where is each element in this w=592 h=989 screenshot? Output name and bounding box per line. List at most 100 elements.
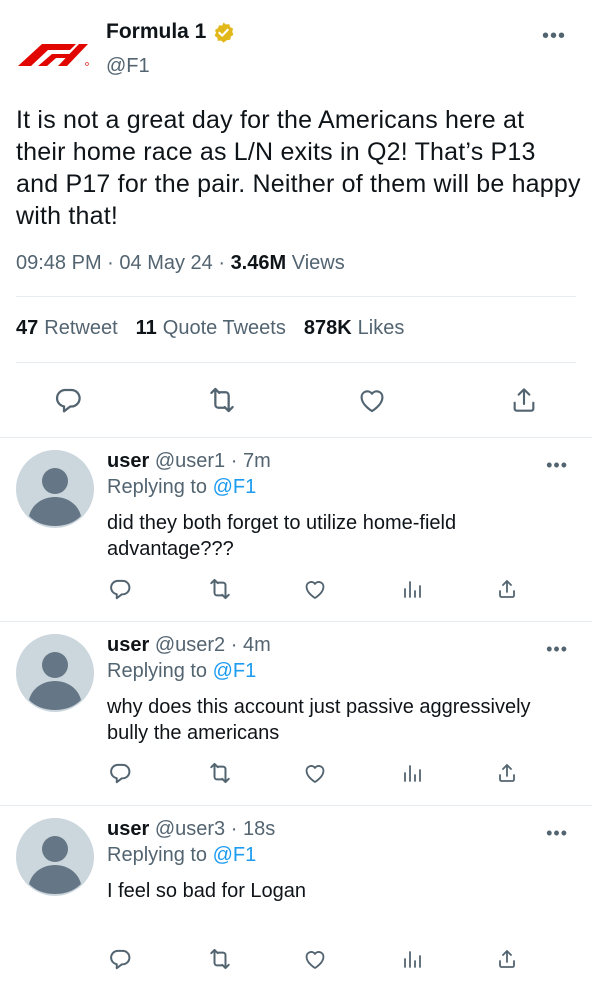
reply-button[interactable] xyxy=(106,574,134,604)
reply-button[interactable] xyxy=(106,944,134,974)
tweet-actions xyxy=(0,380,592,420)
reply-tweet[interactable]: user @user2 · 4m ••• Replying to @F1 why… xyxy=(0,622,592,806)
views-count[interactable]: 3.46M xyxy=(231,252,287,274)
more-options-icon[interactable]: ••• xyxy=(546,640,568,658)
more-options-icon[interactable]: ••• xyxy=(546,824,568,842)
default-avatar-icon xyxy=(29,652,81,710)
like-icon xyxy=(305,581,325,599)
reply-icon xyxy=(55,388,81,413)
reply-text: I feel so bad for Logan xyxy=(107,880,307,902)
author-name[interactable]: Formula 1 xyxy=(106,20,235,44)
replying-to-mention[interactable]: @F1 xyxy=(213,660,257,682)
reply-header: user @user1 · 7m xyxy=(107,450,271,473)
analytics-icon xyxy=(404,581,421,598)
author-handle[interactable]: @F1 xyxy=(106,55,150,78)
tweet-detail-page: Formula 1 @F1 ••• It is not a great day … xyxy=(0,0,592,970)
like-button[interactable] xyxy=(301,758,329,788)
share-button[interactable] xyxy=(494,574,520,604)
like-icon xyxy=(305,951,325,969)
main-tweet: Formula 1 @F1 ••• It is not a great day … xyxy=(0,0,592,438)
retweet-icon xyxy=(210,387,234,413)
share-icon xyxy=(499,580,515,598)
tweet-time: 09:48 PM xyxy=(16,252,102,274)
share-button[interactable] xyxy=(494,944,520,974)
reply-time: 7m xyxy=(242,450,271,472)
retweet-button[interactable] xyxy=(205,574,235,604)
retweet-icon xyxy=(210,578,230,600)
meta-separator: · xyxy=(107,252,120,274)
like-button[interactable] xyxy=(301,944,329,974)
replying-to-label: Replying to xyxy=(107,660,208,682)
reply-header: user @user2 · 4m xyxy=(107,634,271,657)
tweet-date: 04 May 24 xyxy=(119,252,213,274)
reply-actions xyxy=(0,574,592,604)
replying-to: Replying to @F1 xyxy=(107,844,256,867)
default-avatar-icon xyxy=(29,468,81,526)
replying-to-mention[interactable]: @F1 xyxy=(213,844,257,866)
replying-to: Replying to @F1 xyxy=(107,476,256,499)
analytics-icon xyxy=(404,765,421,782)
like-icon xyxy=(360,390,384,413)
reply-actions xyxy=(0,944,592,974)
meta-separator: · xyxy=(230,634,238,656)
reply-tweet[interactable]: user @user1 · 7m ••• Replying to @F1 did… xyxy=(0,438,592,622)
replying-to-label: Replying to xyxy=(107,476,208,498)
verified-badge-icon xyxy=(215,21,234,43)
share-icon xyxy=(499,764,515,782)
analytics-button[interactable] xyxy=(399,944,425,974)
tweet-meta: 09:48 PM · 04 May 24 · 3.46M Views xyxy=(16,252,345,275)
reply-author-handle[interactable]: @user2 xyxy=(155,634,225,656)
replying-to-label: Replying to xyxy=(107,844,208,866)
replying-to-mention[interactable]: @F1 xyxy=(213,476,257,498)
more-options-icon[interactable]: ••• xyxy=(542,26,566,46)
reply-icon xyxy=(110,949,131,970)
replying-to: Replying to @F1 xyxy=(107,660,256,683)
likes-stat[interactable]: 878K Likes xyxy=(304,317,405,340)
quote-tweets-stat[interactable]: 11 Quote Tweets xyxy=(136,317,286,340)
reply-button[interactable] xyxy=(50,380,86,420)
reply-author-name[interactable]: user xyxy=(107,634,149,656)
reply-header: user @user3 · 18s xyxy=(107,818,275,841)
avatar[interactable] xyxy=(16,450,94,528)
reply-author-name[interactable]: user xyxy=(107,818,149,840)
reply-icon xyxy=(110,763,131,784)
analytics-icon xyxy=(404,951,421,968)
reply-text: why does this account just passive aggre… xyxy=(107,696,531,744)
share-icon xyxy=(513,388,535,412)
meta-separator: · xyxy=(230,818,238,840)
reply-time: 18s xyxy=(242,818,276,840)
retweet-button[interactable] xyxy=(202,380,242,420)
reply-icon xyxy=(110,579,131,600)
share-icon xyxy=(499,950,515,968)
f1-logo[interactable] xyxy=(18,40,90,68)
reply-author-handle[interactable]: @user3 xyxy=(155,818,225,840)
tweet-stats: 47 Retweet 11 Quote Tweets 878K Likes xyxy=(16,317,404,340)
analytics-button[interactable] xyxy=(399,758,425,788)
retweet-icon xyxy=(210,948,230,970)
divider xyxy=(16,296,576,297)
reply-author-name[interactable]: user xyxy=(107,450,149,472)
divider xyxy=(16,362,576,363)
more-options-icon[interactable]: ••• xyxy=(546,456,568,474)
retweet-icon xyxy=(210,762,230,784)
default-avatar-icon xyxy=(29,836,81,894)
reply-button[interactable] xyxy=(106,758,134,788)
analytics-button[interactable] xyxy=(399,574,425,604)
reply-actions xyxy=(0,758,592,788)
retweet-button[interactable] xyxy=(205,758,235,788)
like-button[interactable] xyxy=(354,380,390,420)
meta-separator: · xyxy=(218,252,231,274)
author-name-text: Formula 1 xyxy=(106,20,207,43)
reply-tweet[interactable]: user @user3 · 18s ••• Replying to @F1 I … xyxy=(0,806,592,989)
reply-time: 4m xyxy=(242,634,271,656)
meta-separator: · xyxy=(230,450,238,472)
retweets-stat[interactable]: 47 Retweet xyxy=(16,317,118,340)
reply-text: did they both forget to utilize home-fie… xyxy=(107,512,457,560)
reply-author-handle[interactable]: @user1 xyxy=(155,450,225,472)
like-button[interactable] xyxy=(301,574,329,604)
avatar[interactable] xyxy=(16,634,94,712)
avatar[interactable] xyxy=(16,818,94,896)
share-button[interactable] xyxy=(494,758,520,788)
retweet-button[interactable] xyxy=(205,944,235,974)
share-button[interactable] xyxy=(506,380,542,420)
